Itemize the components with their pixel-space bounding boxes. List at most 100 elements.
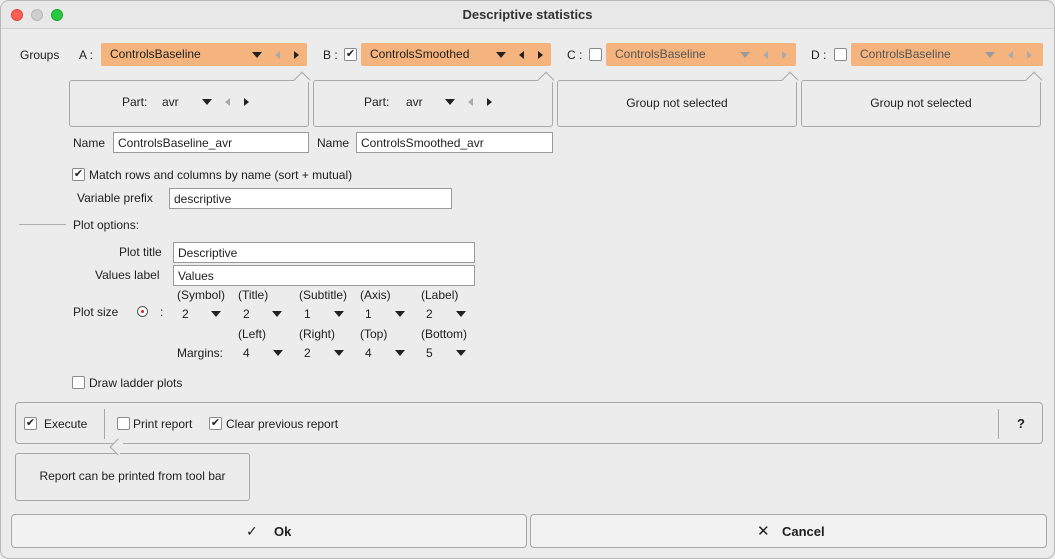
size-label-value[interactable]: 2 xyxy=(426,307,433,321)
plot-options-label: Plot options: xyxy=(73,218,140,232)
chevron-down-icon[interactable] xyxy=(211,311,221,317)
help-button[interactable]: ? xyxy=(1017,416,1025,431)
group-c-checkbox[interactable] xyxy=(589,48,602,61)
cancel-button[interactable]: ✕ Cancel xyxy=(530,514,1047,548)
section-divider xyxy=(19,224,66,225)
part-value[interactable]: avr xyxy=(162,95,179,109)
divider xyxy=(998,409,999,439)
chevron-down-icon[interactable] xyxy=(273,350,283,356)
size-header-axis: (Axis) xyxy=(360,288,391,302)
group-a-name-field[interactable]: ControlsBaseline_avr xyxy=(113,132,309,153)
group-b-letter: B : xyxy=(323,48,338,62)
divider xyxy=(104,409,105,439)
chevron-down-icon[interactable] xyxy=(456,350,466,356)
group-b-checkbox[interactable]: ✔ xyxy=(344,48,357,61)
chevron-down-icon xyxy=(740,52,750,58)
checkmark-icon: ✓ xyxy=(246,523,258,539)
size-title-value[interactable]: 2 xyxy=(243,307,250,321)
group-b-name-label: Name xyxy=(317,136,350,150)
execute-checkbox[interactable]: ✔ xyxy=(24,417,37,430)
window-title: Descriptive statistics xyxy=(462,7,593,22)
ladder-checkbox[interactable] xyxy=(72,376,85,389)
close-icon: ✕ xyxy=(757,523,770,540)
groups-label: Groups xyxy=(20,48,60,62)
chevron-down-icon[interactable] xyxy=(445,99,455,105)
group-d-checkbox[interactable] xyxy=(834,48,847,61)
ok-button[interactable]: ✓ Ok xyxy=(11,514,527,548)
next-arrow-icon[interactable] xyxy=(487,98,492,106)
group-b-name-field[interactable]: ControlsSmoothed_avr xyxy=(356,132,553,153)
previous-arrow-icon[interactable] xyxy=(275,51,280,59)
group-a-part-panel: Part: avr xyxy=(69,80,309,127)
hint-text: Report can be printed from tool bar xyxy=(39,469,226,483)
print-report-checkbox[interactable] xyxy=(117,417,130,430)
plot-size-colon: : xyxy=(160,305,164,319)
clear-report-checkbox[interactable]: ✔ xyxy=(209,417,222,430)
size-header-symbol: (Symbol) xyxy=(177,288,226,302)
next-arrow-icon[interactable] xyxy=(1027,51,1032,59)
chevron-down-icon xyxy=(252,52,262,58)
next-arrow-icon[interactable] xyxy=(782,51,787,59)
margin-header-top: (Top) xyxy=(360,327,388,341)
margin-top-value[interactable]: 4 xyxy=(365,346,372,360)
plot-size-label: Plot size xyxy=(73,305,119,319)
chevron-down-icon xyxy=(496,52,506,58)
previous-arrow-icon[interactable] xyxy=(763,51,768,59)
group-b-select[interactable]: ControlsSmoothed xyxy=(361,43,551,66)
chevron-down-icon[interactable] xyxy=(334,311,344,317)
part-value[interactable]: avr xyxy=(406,95,423,109)
previous-arrow-icon[interactable] xyxy=(468,98,473,106)
target-icon[interactable] xyxy=(137,306,148,317)
margin-header-left: (Left) xyxy=(238,327,267,341)
values-label-label: Values label xyxy=(95,268,160,282)
plot-title-field[interactable]: Descriptive xyxy=(173,242,475,263)
margin-header-right: (Right) xyxy=(299,327,336,341)
part-label: Part: xyxy=(122,95,148,109)
group-c-letter: C : xyxy=(567,48,583,62)
size-symbol-value[interactable]: 2 xyxy=(182,307,189,321)
group-a-name-label: Name xyxy=(73,136,106,150)
match-label: Match rows and columns by name (sort + m… xyxy=(89,168,353,182)
prefix-field[interactable]: descriptive xyxy=(169,188,452,209)
chevron-down-icon[interactable] xyxy=(395,311,405,317)
group-a-select[interactable]: ControlsBaseline xyxy=(101,43,307,66)
chevron-down-icon[interactable] xyxy=(334,350,344,356)
group-d-name: ControlsBaseline xyxy=(860,47,951,61)
chevron-down-icon[interactable] xyxy=(456,311,466,317)
next-arrow-icon[interactable] xyxy=(294,51,299,59)
group-d-status: Group not selected xyxy=(870,96,972,110)
execute-bar: ✔ Execute Print report ✔ Clear previous … xyxy=(15,402,1043,444)
size-header-title: (Title) xyxy=(238,288,269,302)
execute-label: Execute xyxy=(44,417,88,431)
margin-right-value[interactable]: 2 xyxy=(304,346,311,360)
next-arrow-icon[interactable] xyxy=(538,51,543,59)
chevron-down-icon[interactable] xyxy=(395,350,405,356)
size-axis-value[interactable]: 1 xyxy=(365,307,372,321)
next-arrow-icon[interactable] xyxy=(244,98,249,106)
match-checkbox[interactable]: ✔ xyxy=(72,168,85,181)
group-c-select[interactable]: ControlsBaseline xyxy=(606,43,796,66)
values-label-field[interactable]: Values xyxy=(173,265,475,286)
size-subtitle-value[interactable]: 1 xyxy=(304,307,311,321)
hint-panel: Report can be printed from tool bar xyxy=(15,453,250,501)
chevron-down-icon[interactable] xyxy=(202,99,212,105)
previous-arrow-icon[interactable] xyxy=(225,98,230,106)
part-label: Part: xyxy=(364,95,390,109)
chevron-down-icon[interactable] xyxy=(272,311,282,317)
group-d-status-panel: Group not selected xyxy=(801,80,1041,127)
ladder-label: Draw ladder plots xyxy=(89,376,183,390)
size-header-label: (Label) xyxy=(421,288,459,302)
print-report-label: Print report xyxy=(133,417,193,431)
margins-label: Margins: xyxy=(177,346,224,360)
group-a-letter: A : xyxy=(79,48,94,62)
margin-header-bottom: (Bottom) xyxy=(421,327,468,341)
previous-arrow-icon[interactable] xyxy=(1008,51,1013,59)
previous-arrow-icon[interactable] xyxy=(519,51,524,59)
chevron-down-icon xyxy=(985,52,995,58)
margin-left-value[interactable]: 4 xyxy=(243,346,250,360)
group-c-status-panel: Group not selected xyxy=(557,80,797,127)
group-c-name: ControlsBaseline xyxy=(615,47,706,61)
margin-bottom-value[interactable]: 5 xyxy=(426,346,433,360)
cancel-label: Cancel xyxy=(782,524,825,539)
group-d-select[interactable]: ControlsBaseline xyxy=(851,43,1043,66)
